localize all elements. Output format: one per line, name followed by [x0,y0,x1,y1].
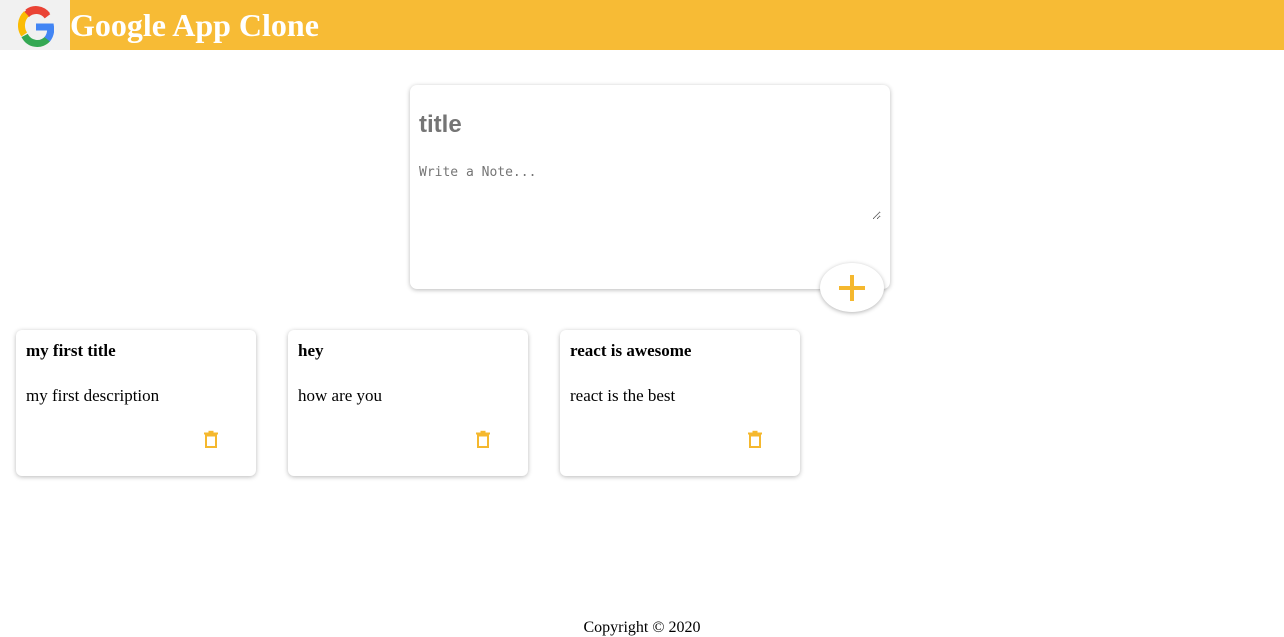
note-card: hey how are you [288,330,528,476]
delete-note-button[interactable] [200,428,222,452]
note-content: my first description [26,386,160,405]
trash-icon [476,430,490,448]
app-title: Google App Clone [70,7,319,43]
note-card: react is awesome react is the best [560,330,800,476]
delete-note-button[interactable] [744,428,766,452]
note-card: my first title my first description [16,330,256,476]
delete-note-button[interactable] [472,428,494,452]
app-header: Google App Clone [0,0,1284,50]
add-note-button[interactable] [820,263,884,312]
note-title: hey [298,341,324,360]
copyright-text: Copyright © 2020 [583,619,701,636]
note-composer [410,85,890,289]
note-content: react is the best [570,386,676,405]
title-input[interactable] [419,107,879,143]
footer: Copyright © 2020 [0,618,1284,637]
note-title: react is awesome [570,341,692,360]
trash-icon [204,430,218,448]
plus-icon [839,275,865,301]
google-logo-icon [0,0,70,50]
note-title: my first title [26,341,116,360]
trash-icon [748,430,762,448]
note-textarea[interactable] [419,165,881,220]
note-content: how are you [298,386,383,405]
